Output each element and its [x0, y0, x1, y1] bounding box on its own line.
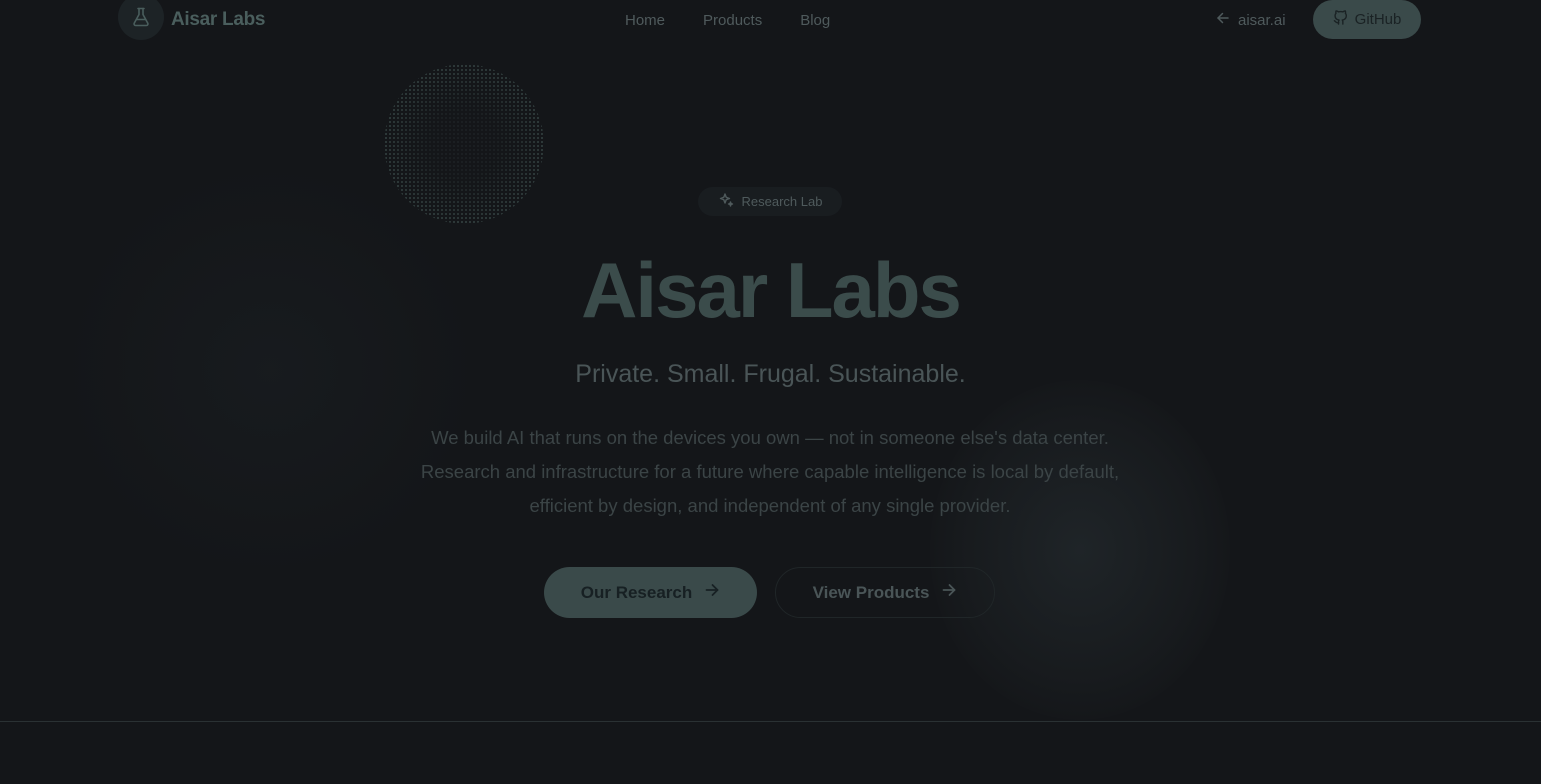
nav-link-home[interactable]: Home [606, 12, 684, 29]
hero-tagline: Private. Small. Frugal. Sustainable. [575, 360, 966, 388]
badge-label: Research Lab [741, 194, 823, 209]
arrow-right-icon [929, 582, 957, 603]
top-nav: Aisar Labs Home Products Blog aisar.ai G [0, 0, 1541, 40]
github-icon [1333, 10, 1355, 29]
our-research-button[interactable]: Our Research [544, 567, 757, 618]
sparkles-icon [718, 192, 742, 211]
description-line: We build AI that runs on the devices you… [431, 427, 1109, 448]
nav-link-blog[interactable]: Blog [781, 12, 849, 29]
page: Aisar Labs Home Products Blog aisar.ai G [0, 0, 1541, 784]
arrow-right-icon [692, 582, 720, 603]
hero-description: We build AI that runs on the devices you… [370, 421, 1170, 523]
view-products-label: View Products [812, 582, 930, 602]
github-button[interactable]: GitHub [1313, 0, 1421, 39]
nav-link-products[interactable]: Products [684, 12, 781, 29]
view-products-button[interactable]: View Products [775, 567, 995, 618]
brand-name: Aisar Labs [171, 9, 266, 30]
main-nav-links: Home Products Blog [606, 0, 849, 40]
arrow-left-icon [1216, 11, 1238, 29]
our-research-label: Our Research [580, 582, 693, 602]
back-to-main-site-link[interactable]: aisar.ai [1216, 0, 1286, 40]
description-line: Research and infrastructure for a future… [420, 461, 1120, 482]
section-divider [0, 721, 1541, 722]
github-button-label: GitHub [1354, 11, 1402, 28]
dotted-sphere-decoration [384, 64, 544, 224]
flask-icon [118, 0, 164, 40]
back-link-label: aisar.ai [1238, 11, 1286, 29]
hero-title: Aisar Labs [581, 246, 962, 334]
description-line: efficient by design, and independent of … [529, 495, 1011, 516]
brand-logo-link[interactable]: Aisar Labs [118, 0, 265, 40]
research-lab-badge: Research Lab [698, 187, 842, 216]
